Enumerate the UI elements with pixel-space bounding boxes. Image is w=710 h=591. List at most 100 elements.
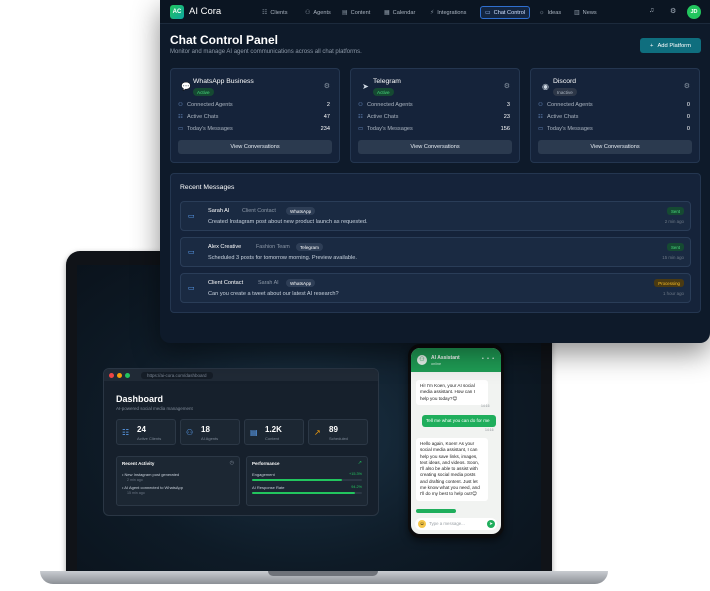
nav-clients[interactable]: ☷ Clients bbox=[258, 6, 292, 19]
message-time: 1 hour ago bbox=[663, 291, 684, 296]
chat-bubble-outgoing: Tell me what you can do for me bbox=[422, 415, 496, 428]
file-icon: ▤ bbox=[342, 10, 348, 16]
nav-integrations[interactable]: ⚡ Integrations bbox=[426, 6, 470, 19]
platform-card-telegram: ➤ Telegram Active ⚙ ⚇ Connected Agents 3 ☷… bbox=[350, 68, 520, 163]
stat-value: 3 bbox=[506, 102, 510, 108]
status-badge: Sent bbox=[666, 243, 684, 251]
nav-label: Ideas bbox=[547, 9, 562, 16]
users-icon: ☷ bbox=[262, 10, 268, 16]
chat-contact-name: AI Assistant bbox=[431, 355, 460, 361]
message-time: 14:16 bbox=[481, 404, 490, 408]
view-conversations-button[interactable]: View Conversations bbox=[358, 140, 512, 154]
activity-time: 15 min ago bbox=[127, 491, 145, 495]
status-badge: Sent bbox=[666, 207, 684, 215]
view-conversations-button[interactable]: View Conversations bbox=[538, 140, 692, 154]
message-row[interactable]: ▭ Sarah AI Client Contact WhatsApp Creat… bbox=[180, 201, 691, 231]
platform-name: Telegram bbox=[373, 78, 401, 85]
message-time: 14:16 bbox=[485, 428, 494, 432]
nav-news[interactable]: ▥ News bbox=[570, 6, 601, 19]
top-navigation: AC AI Cora ☷ Clients ⚇ Agents ▤ Content ▦ Ca… bbox=[160, 0, 710, 24]
gear-icon[interactable]: ⚙ bbox=[324, 82, 330, 90]
message-sender: Sarah AI bbox=[208, 208, 230, 214]
chat-bubble-incoming: Hello again, Koen! As your social media … bbox=[416, 438, 488, 501]
users-icon: ☷ bbox=[538, 114, 543, 120]
add-platform-button[interactable]: + Add Platform bbox=[640, 38, 701, 53]
platform-tag: WhatsApp bbox=[286, 279, 316, 287]
url-bar: https://ai-cora.com/dashboard bbox=[141, 371, 213, 379]
bot-avatar-icon: ⚇ bbox=[417, 355, 427, 365]
send-icon[interactable]: ➤ bbox=[487, 520, 495, 528]
nav-label: Content bbox=[350, 9, 371, 16]
message-time: 2 min ago bbox=[664, 219, 684, 224]
plug-icon: ⚡ bbox=[430, 10, 435, 16]
message-icon: ▭ bbox=[188, 249, 195, 256]
message-row[interactable]: ▭ Alex Creative Fashion Team Telegram Sc… bbox=[180, 237, 691, 267]
metric-bar-fill bbox=[252, 492, 356, 494]
platform-tag: Telegram bbox=[296, 243, 323, 251]
message-text: Can you create a tweet about our latest … bbox=[208, 291, 339, 297]
stat-value: 47 bbox=[323, 114, 330, 120]
dashboard-title: Dashboard bbox=[116, 394, 164, 404]
metric-label: AI Response Rate bbox=[252, 485, 285, 490]
chat-icon: ▭ bbox=[485, 10, 491, 16]
users-icon: ☷ bbox=[358, 114, 363, 120]
stat-label: Active Clients bbox=[137, 436, 162, 441]
stat-value: 24 bbox=[137, 425, 146, 434]
users-icon: ☷ bbox=[122, 428, 130, 437]
stat-label: Connected Agents bbox=[187, 102, 233, 108]
nav-ideas[interactable]: ☼ Ideas bbox=[535, 6, 565, 19]
message-icon: ▭ bbox=[538, 126, 544, 132]
nav-calendar[interactable]: ▦ Calendar bbox=[380, 6, 419, 19]
stat-value: 156 bbox=[500, 126, 510, 132]
stat-value: 0 bbox=[686, 126, 690, 132]
nav-agents[interactable]: ⚇ Agents bbox=[301, 6, 335, 19]
dashboard-window: https://ai-cora.com/dashboard Dashboard … bbox=[103, 368, 379, 516]
hero-illustration: https://ai-cora.com/dashboard Dashboard … bbox=[0, 0, 710, 591]
message-icon: ▭ bbox=[188, 213, 195, 220]
bell-icon[interactable]: ♫ bbox=[649, 7, 654, 14]
lightbulb-icon: ☼ bbox=[539, 9, 545, 16]
message-role: Fashion Team bbox=[256, 244, 290, 250]
performance-panel: Performance ↗ Engagement +15.3% AI Respo… bbox=[246, 456, 368, 506]
nav-label: Calendar bbox=[392, 9, 416, 16]
activity-item: • New Instagram post generated bbox=[122, 472, 180, 477]
page-title: Chat Control Panel bbox=[170, 33, 279, 47]
bot-icon: ⚇ bbox=[305, 10, 311, 16]
message-input[interactable]: ☺ Type a message... ➤ bbox=[415, 518, 497, 530]
stat-card-content: ▤ 1.2K Content bbox=[244, 419, 304, 445]
bot-icon: ⚇ bbox=[186, 428, 194, 437]
section-title: Recent Messages bbox=[180, 184, 235, 191]
more-icon[interactable]: • • • bbox=[482, 356, 495, 362]
chat-bubble-incoming: Hi! I'm Koen, your AI social media assis… bbox=[416, 380, 488, 405]
message-time: 15 min ago bbox=[662, 255, 684, 260]
activity-time: 2 min ago bbox=[127, 478, 143, 482]
message-row[interactable]: ▭ Client Contact Sarah AI WhatsApp Can y… bbox=[180, 273, 691, 303]
metric-bar bbox=[252, 492, 362, 494]
trend-icon: ↗ bbox=[314, 428, 321, 437]
phone-screen: ⚇ AI Assistant online • • • Hi! I'm Koen… bbox=[411, 348, 501, 534]
stat-value: 18 bbox=[201, 425, 210, 434]
metric-bar-fill bbox=[252, 479, 343, 481]
message-sender: Alex Creative bbox=[208, 244, 242, 250]
stat-label: Active Chats bbox=[187, 114, 219, 120]
nav-label: Agents bbox=[313, 9, 331, 16]
view-conversations-button[interactable]: View Conversations bbox=[178, 140, 332, 154]
stat-label: Connected Agents bbox=[367, 102, 413, 108]
add-platform-label: Add Platform bbox=[657, 42, 691, 49]
emoji-icon[interactable]: ☺ bbox=[418, 520, 426, 528]
user-avatar[interactable]: JD bbox=[687, 5, 701, 19]
stat-value: 1.2K bbox=[265, 425, 282, 434]
gear-icon[interactable]: ⚙ bbox=[684, 82, 690, 90]
chat-header: ⚇ AI Assistant online • • • bbox=[411, 348, 501, 372]
gear-icon[interactable]: ⚙ bbox=[504, 82, 510, 90]
recent-activity-panel: Recent Activity ◷ • New Instagram post g… bbox=[116, 456, 240, 506]
brand-logo[interactable]: AC bbox=[170, 5, 184, 19]
trend-icon: ↗ bbox=[357, 460, 362, 466]
laptop-notch bbox=[268, 571, 378, 576]
nav-chat-control[interactable]: ▭ Chat Control bbox=[480, 6, 531, 19]
panel-title: Recent Activity bbox=[122, 461, 155, 466]
settings-icon[interactable]: ⚙ bbox=[670, 7, 676, 15]
nav-content[interactable]: ▤ Content bbox=[338, 6, 374, 19]
panel-title: Performance bbox=[252, 461, 280, 466]
stat-label: Connected Agents bbox=[547, 102, 593, 108]
